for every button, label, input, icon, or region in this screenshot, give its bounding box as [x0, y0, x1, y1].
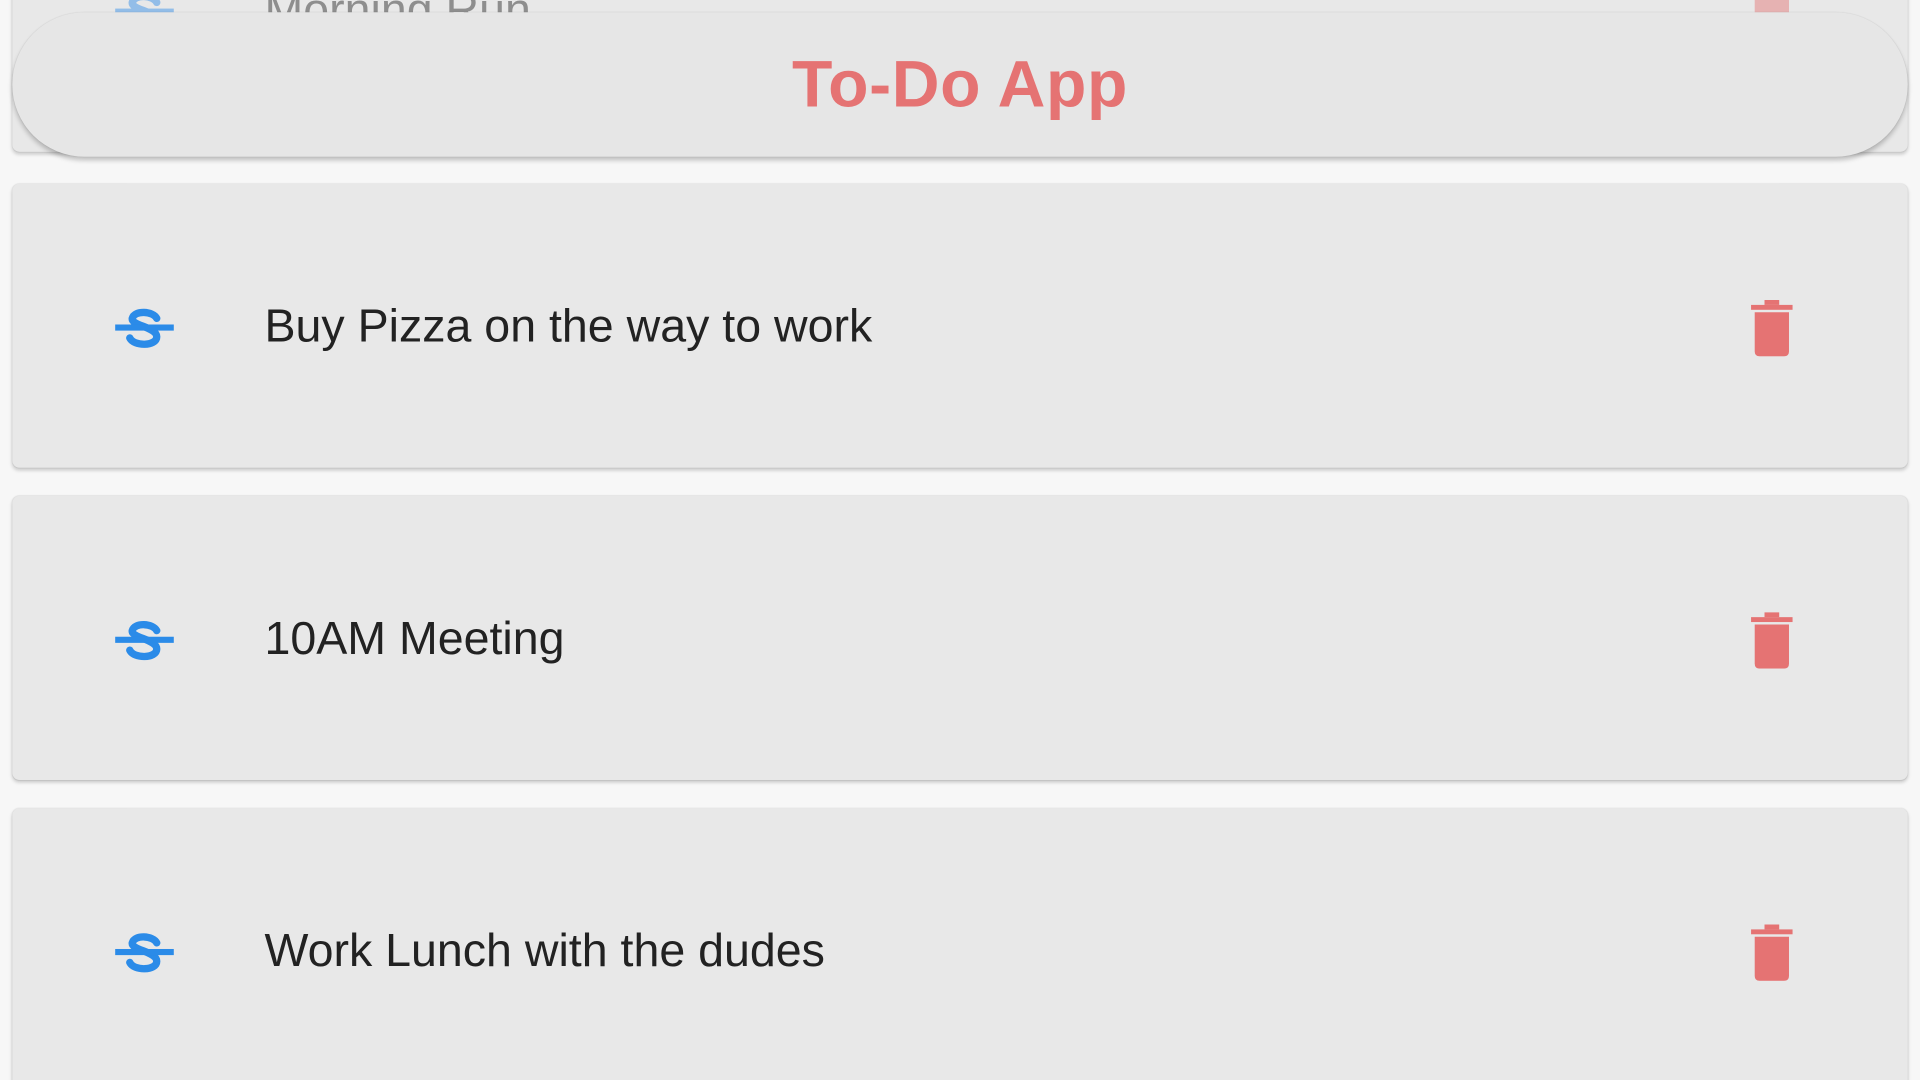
todo-label: Buy Pizza on the way to work	[264, 301, 873, 353]
todo-screen: Morning Run Buy Pizza on the way to work…	[0, 0, 1920, 1080]
todo-item: 10AM Meeting	[12, 495, 1908, 781]
todo-item: Buy Pizza on the way to work	[12, 183, 1908, 468]
strikethrough-icon[interactable]	[115, 928, 174, 977]
app-title: To-Do App	[792, 47, 1129, 122]
trash-icon[interactable]	[1751, 300, 1793, 357]
app-bar: To-Do App	[12, 12, 1908, 157]
todo-label: 10AM Meeting	[264, 613, 565, 665]
trash-icon[interactable]	[1751, 924, 1793, 981]
trash-icon[interactable]	[1751, 612, 1793, 669]
todo-item: Work Lunch with the dudes	[12, 808, 1908, 1080]
strikethrough-icon[interactable]	[115, 304, 174, 353]
todo-label: Work Lunch with the dudes	[264, 925, 825, 978]
strikethrough-icon[interactable]	[115, 616, 174, 665]
